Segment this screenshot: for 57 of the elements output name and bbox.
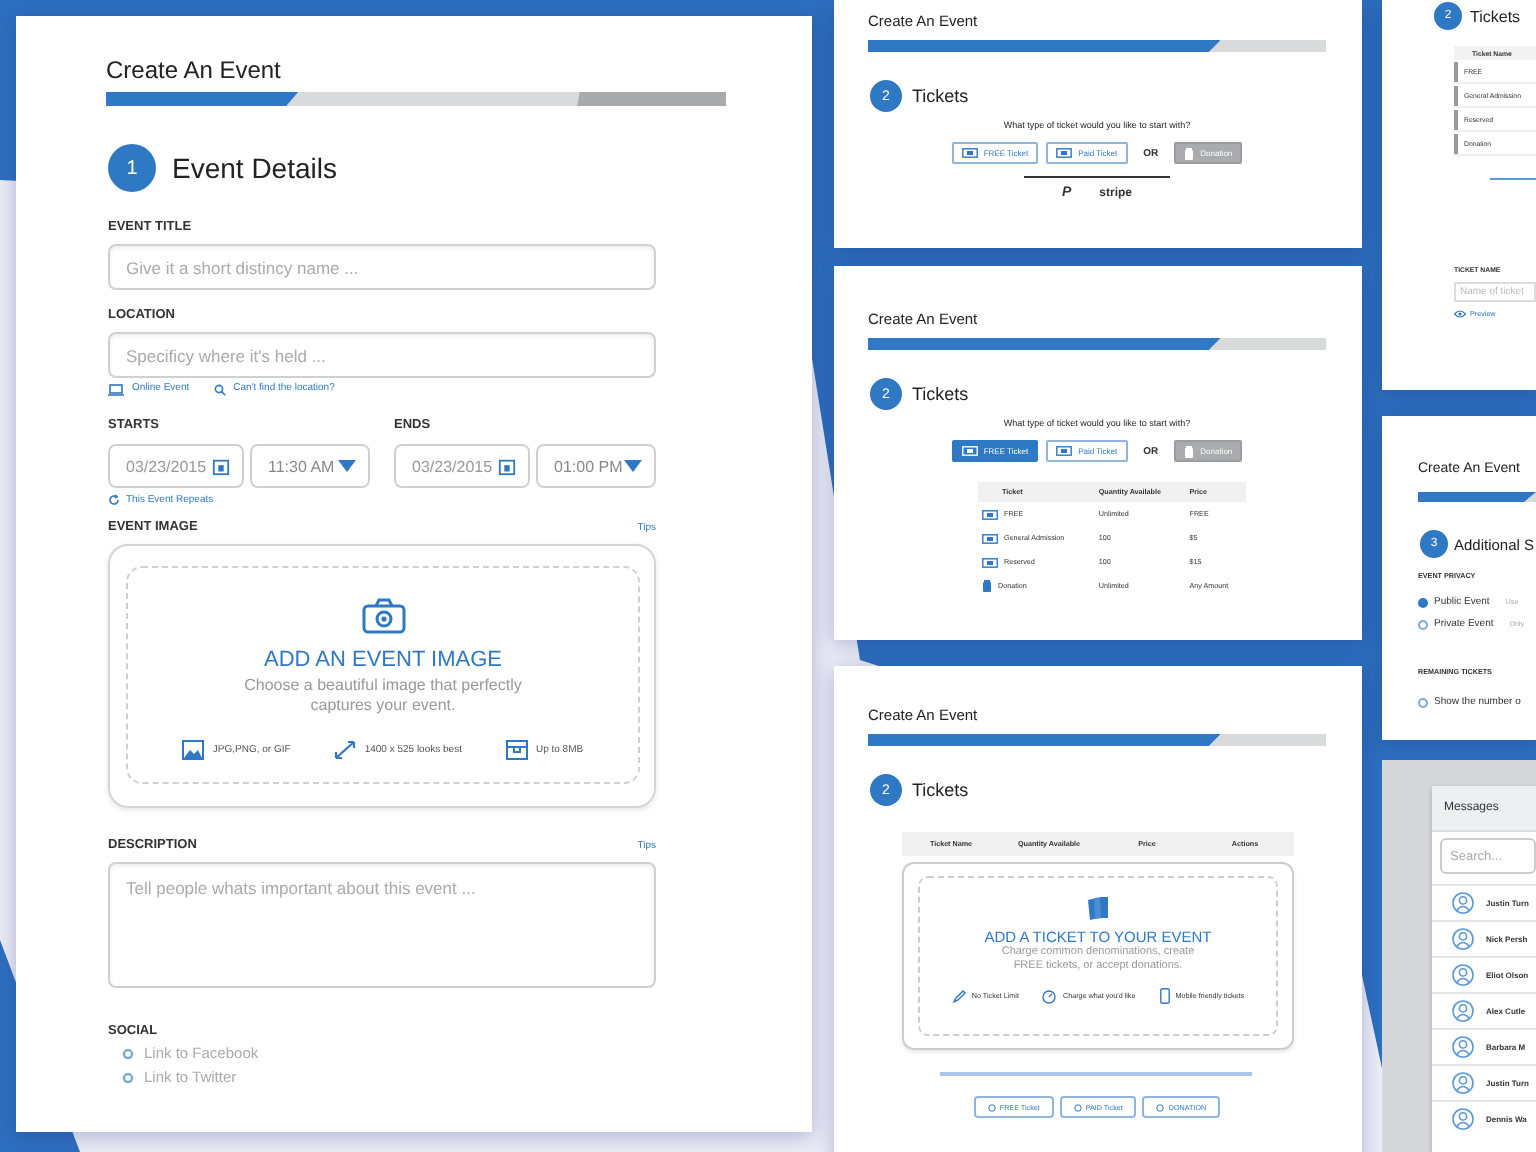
page-title: Create An Event: [106, 56, 283, 84]
avatar-icon: [1452, 1036, 1474, 1058]
step-title: Event Details: [172, 152, 337, 184]
calendar-icon: [498, 457, 516, 475]
avatar-icon: [1452, 964, 1474, 986]
repeat-icon: [108, 494, 120, 506]
avatar-icon: [1452, 1000, 1474, 1022]
radio-button[interactable]: [1418, 697, 1428, 707]
circle-icon: [987, 1103, 996, 1111]
upload-text: Choose a beautiful image that perfectly captures your event.: [242, 676, 524, 716]
radio-button[interactable]: [1418, 597, 1428, 607]
jar-icon: [1184, 445, 1195, 457]
ticket-icon: [982, 533, 998, 543]
pen-icon: [951, 989, 966, 1003]
ticket-icon: [1056, 148, 1073, 158]
ticket-icon: [961, 446, 978, 456]
ticket-icon: [982, 557, 998, 567]
input-field[interactable]: Specificy where it's held ...: [108, 332, 656, 378]
time-dropdown[interactable]: 11:30 AM: [250, 444, 370, 488]
time-dropdown[interactable]: 01:00 PM: [536, 444, 656, 488]
laptop-icon: [108, 383, 124, 395]
avatar-icon: [1452, 1108, 1474, 1130]
date-field[interactable]: 03/23/2015: [108, 444, 244, 488]
circle-icon: [122, 1072, 134, 1084]
image-icon: [182, 740, 205, 760]
circle-icon: [122, 1048, 134, 1060]
input-field[interactable]: Give it a short distincy name ...: [108, 244, 656, 290]
tickets-icon: [1084, 894, 1112, 922]
radio-button[interactable]: [1418, 619, 1428, 629]
description-field[interactable]: Tell people whats important about this event ...: [108, 862, 656, 988]
search-icon: [213, 383, 226, 395]
jar-icon: [982, 580, 992, 592]
avatar-icon: [1452, 928, 1474, 950]
phone-icon: [1159, 988, 1170, 1004]
caret-icon: [338, 460, 356, 472]
resize-icon: [334, 740, 357, 760]
eye-icon: [1454, 310, 1466, 318]
step-title: Tickets: [912, 86, 969, 106]
circle-icon: [1073, 1103, 1082, 1111]
gauge-icon: [1042, 989, 1057, 1003]
ticket-icon: [961, 148, 978, 158]
upload-heading: ADD AN EVENT IMAGE: [264, 648, 502, 674]
avatar-icon: [1452, 1072, 1474, 1094]
ticket-icon: [1056, 446, 1073, 456]
jar-icon: [1184, 147, 1195, 159]
circle-icon: [1156, 1103, 1165, 1111]
ticket-icon: [982, 509, 998, 519]
calendar-icon: [212, 457, 230, 475]
date-field[interactable]: 03/23/2015: [394, 444, 530, 488]
avatar-icon: [1452, 892, 1474, 914]
caret-icon: [624, 460, 642, 472]
step-title: Tickets: [912, 384, 969, 404]
step-title: Tickets: [912, 780, 969, 800]
box-icon: [505, 740, 528, 760]
step-number: 1: [108, 144, 156, 192]
camera-icon: [361, 598, 405, 634]
step-title: Tickets: [1470, 7, 1521, 25]
